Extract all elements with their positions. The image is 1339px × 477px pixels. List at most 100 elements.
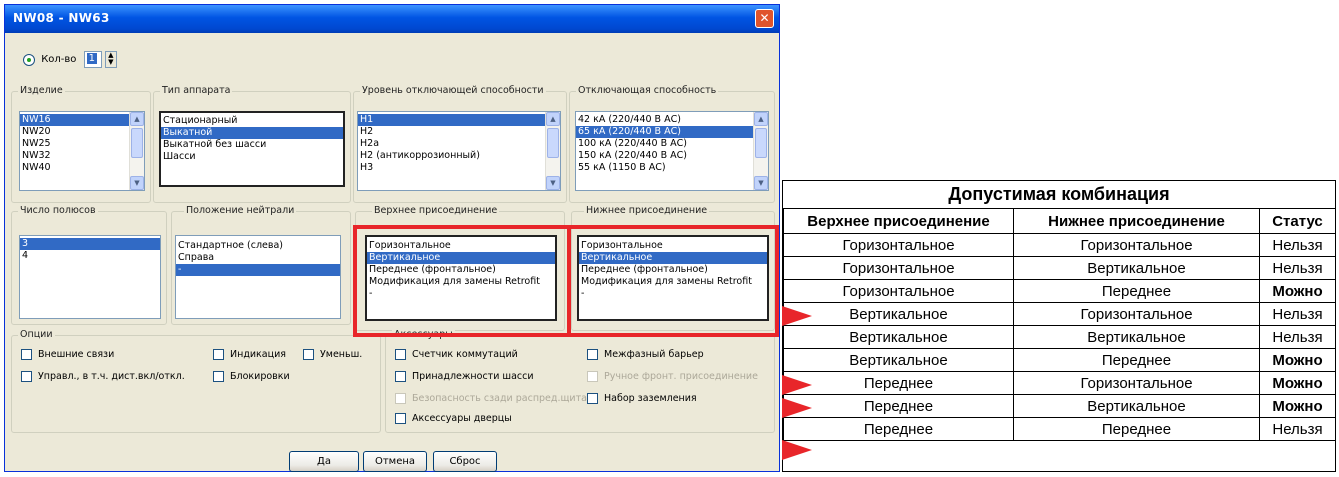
list-item[interactable]: H3: [358, 162, 560, 174]
list-item[interactable]: NW25: [20, 138, 144, 150]
earthing-kit-checkbox[interactable]: Набор заземления: [587, 393, 697, 404]
cell-lower: Вертикальное: [1013, 256, 1260, 280]
cell-upper: Вертикальное: [783, 302, 1014, 326]
list-item[interactable]: Выкатной: [161, 127, 343, 139]
checkbox-box[interactable]: [303, 349, 314, 360]
device-type-listbox[interactable]: Стационарный Выкатной Выкатной без шасси…: [159, 111, 345, 187]
list-item[interactable]: 150 кА (220/440 В АС): [576, 150, 768, 162]
quantity-stepper[interactable]: ▲ ▼: [104, 51, 117, 68]
list-item[interactable]: H1: [358, 114, 560, 126]
product-listbox[interactable]: NW16 NW20 NW25 NW32 NW40 ▲ ▼: [19, 111, 145, 191]
ext-links-checkbox[interactable]: Внешние связи: [21, 349, 114, 360]
list-item[interactable]: Шасси: [161, 151, 343, 163]
combination-table: Допустимая комбинация Верхнее присоедине…: [782, 180, 1336, 472]
list-item[interactable]: H2: [358, 126, 560, 138]
checkbox-box: [587, 371, 598, 382]
list-item[interactable]: Справа: [176, 252, 340, 264]
op-counter-checkbox[interactable]: Счетчик коммутаций: [395, 349, 518, 360]
list-item[interactable]: NW40: [20, 162, 144, 174]
cell-lower: Горизонтальное: [1013, 371, 1260, 395]
list-item[interactable]: Стандартное (слева): [176, 240, 340, 252]
list-item[interactable]: -: [176, 264, 340, 276]
door-acc-checkbox[interactable]: Аксессуары дверцы: [395, 413, 512, 424]
checkbox-label: Управл., в т.ч. дист.вкл/откл.: [38, 371, 185, 382]
breaking-capacity-listbox[interactable]: 42 кА (220/440 В АС) 65 кА (220/440 В АС…: [575, 111, 769, 191]
scroll-thumb[interactable]: [755, 128, 767, 158]
list-item[interactable]: H2 (антикоррозионный): [358, 150, 560, 162]
scrollbar[interactable]: ▲ ▼: [545, 112, 560, 190]
breaking-level-label: Уровень отключающей способности: [360, 85, 546, 96]
control-checkbox[interactable]: Управл., в т.ч. дист.вкл/откл.: [21, 371, 185, 382]
checkbox-label: Межфазный барьер: [604, 349, 704, 360]
ok-button[interactable]: Да: [289, 451, 359, 472]
cell-lower: Горизонтальное: [1013, 233, 1260, 257]
cell-status: Можно: [1259, 348, 1336, 372]
reset-button[interactable]: Сброс: [433, 451, 497, 472]
close-button[interactable]: ✕: [755, 9, 774, 28]
checkbox-box: [395, 393, 406, 404]
scroll-thumb[interactable]: [131, 128, 143, 158]
indication-checkbox[interactable]: Индикация: [213, 349, 286, 360]
checkbox-box[interactable]: [587, 349, 598, 360]
cell-status: Можно: [1259, 371, 1336, 395]
quantity-radio[interactable]: [23, 53, 35, 66]
list-item[interactable]: 55 кА (1150 В АС): [576, 162, 768, 174]
breaking-level-listbox[interactable]: H1 H2 H2a H2 (антикоррозионный) H3 ▲ ▼: [357, 111, 561, 191]
list-item[interactable]: NW20: [20, 126, 144, 138]
cancel-button[interactable]: Отмена: [363, 451, 427, 472]
list-item[interactable]: 100 кА (220/440 В АС): [576, 138, 768, 150]
scroll-down-icon[interactable]: ▼: [130, 176, 144, 190]
poles-listbox[interactable]: 3 4: [19, 235, 161, 319]
cell-upper: Горизонтальное: [783, 279, 1014, 303]
scrollbar[interactable]: ▲ ▼: [129, 112, 144, 190]
list-item[interactable]: 42 кА (220/440 В АС): [576, 114, 768, 126]
cell-status: Нельзя: [1259, 233, 1336, 257]
checkbox-box[interactable]: [395, 349, 406, 360]
cell-lower: Переднее: [1013, 417, 1260, 441]
scroll-up-icon[interactable]: ▲: [130, 112, 144, 126]
scroll-up-icon[interactable]: ▲: [754, 112, 768, 126]
list-item[interactable]: NW32: [20, 150, 144, 162]
locks-checkbox[interactable]: Блокировки: [213, 371, 290, 382]
checkbox-box[interactable]: [213, 349, 224, 360]
reduced-checkbox[interactable]: Уменьш.: [303, 349, 362, 360]
cell-lower: Вертикальное: [1013, 394, 1260, 418]
checkbox-box[interactable]: [213, 371, 224, 382]
phase-barrier-checkbox[interactable]: Межфазный барьер: [587, 349, 704, 360]
cell-status: Нельзя: [1259, 325, 1336, 349]
checkbox-label: Принадлежности шасси: [412, 371, 534, 382]
checkbox-label: Внешние связи: [38, 349, 115, 360]
cell-upper: Вертикальное: [783, 325, 1014, 349]
scroll-up-icon[interactable]: ▲: [546, 112, 560, 126]
scrollbar[interactable]: ▲ ▼: [753, 112, 768, 190]
scroll-thumb[interactable]: [547, 128, 559, 158]
neutral-listbox[interactable]: Стандартное (слева) Справа -: [175, 235, 341, 319]
checkbox-box[interactable]: [21, 371, 32, 382]
table-row: Горизонтальное Переднее Можно: [783, 279, 1336, 303]
checkbox-box[interactable]: [395, 413, 406, 424]
scroll-down-icon[interactable]: ▼: [546, 176, 560, 190]
checkbox-box[interactable]: [587, 393, 598, 404]
cell-upper: Горизонтальное: [783, 256, 1014, 280]
breaking-capacity-label: Отключающая способность: [576, 85, 719, 96]
title-bar[interactable]: NW08 - NW63 ✕: [5, 5, 779, 33]
checkbox-box[interactable]: [395, 371, 406, 382]
list-item[interactable]: H2a: [358, 138, 560, 150]
list-item[interactable]: 4: [20, 250, 160, 262]
list-item[interactable]: Стационарный: [161, 115, 343, 127]
chassis-acc-checkbox[interactable]: Принадлежности шасси: [395, 371, 534, 382]
checkbox-box[interactable]: [21, 349, 32, 360]
cell-status: Нельзя: [1259, 302, 1336, 326]
device-type-label: Тип аппарата: [160, 85, 233, 96]
list-item[interactable]: 3: [20, 238, 160, 250]
list-item[interactable]: NW16: [20, 114, 144, 126]
scroll-down-icon[interactable]: ▼: [754, 176, 768, 190]
header-status: Статус: [1259, 208, 1336, 234]
quantity-value: 1: [86, 53, 97, 64]
list-item[interactable]: Выкатной без шасси: [161, 139, 343, 151]
quantity-input[interactable]: 1: [83, 51, 102, 68]
product-label: Изделие: [18, 85, 65, 96]
list-item[interactable]: 65 кА (220/440 В АС): [576, 126, 768, 138]
spin-down-icon[interactable]: ▼: [108, 58, 113, 66]
checkbox-label: Ручное фронт. присоединение: [604, 371, 758, 382]
